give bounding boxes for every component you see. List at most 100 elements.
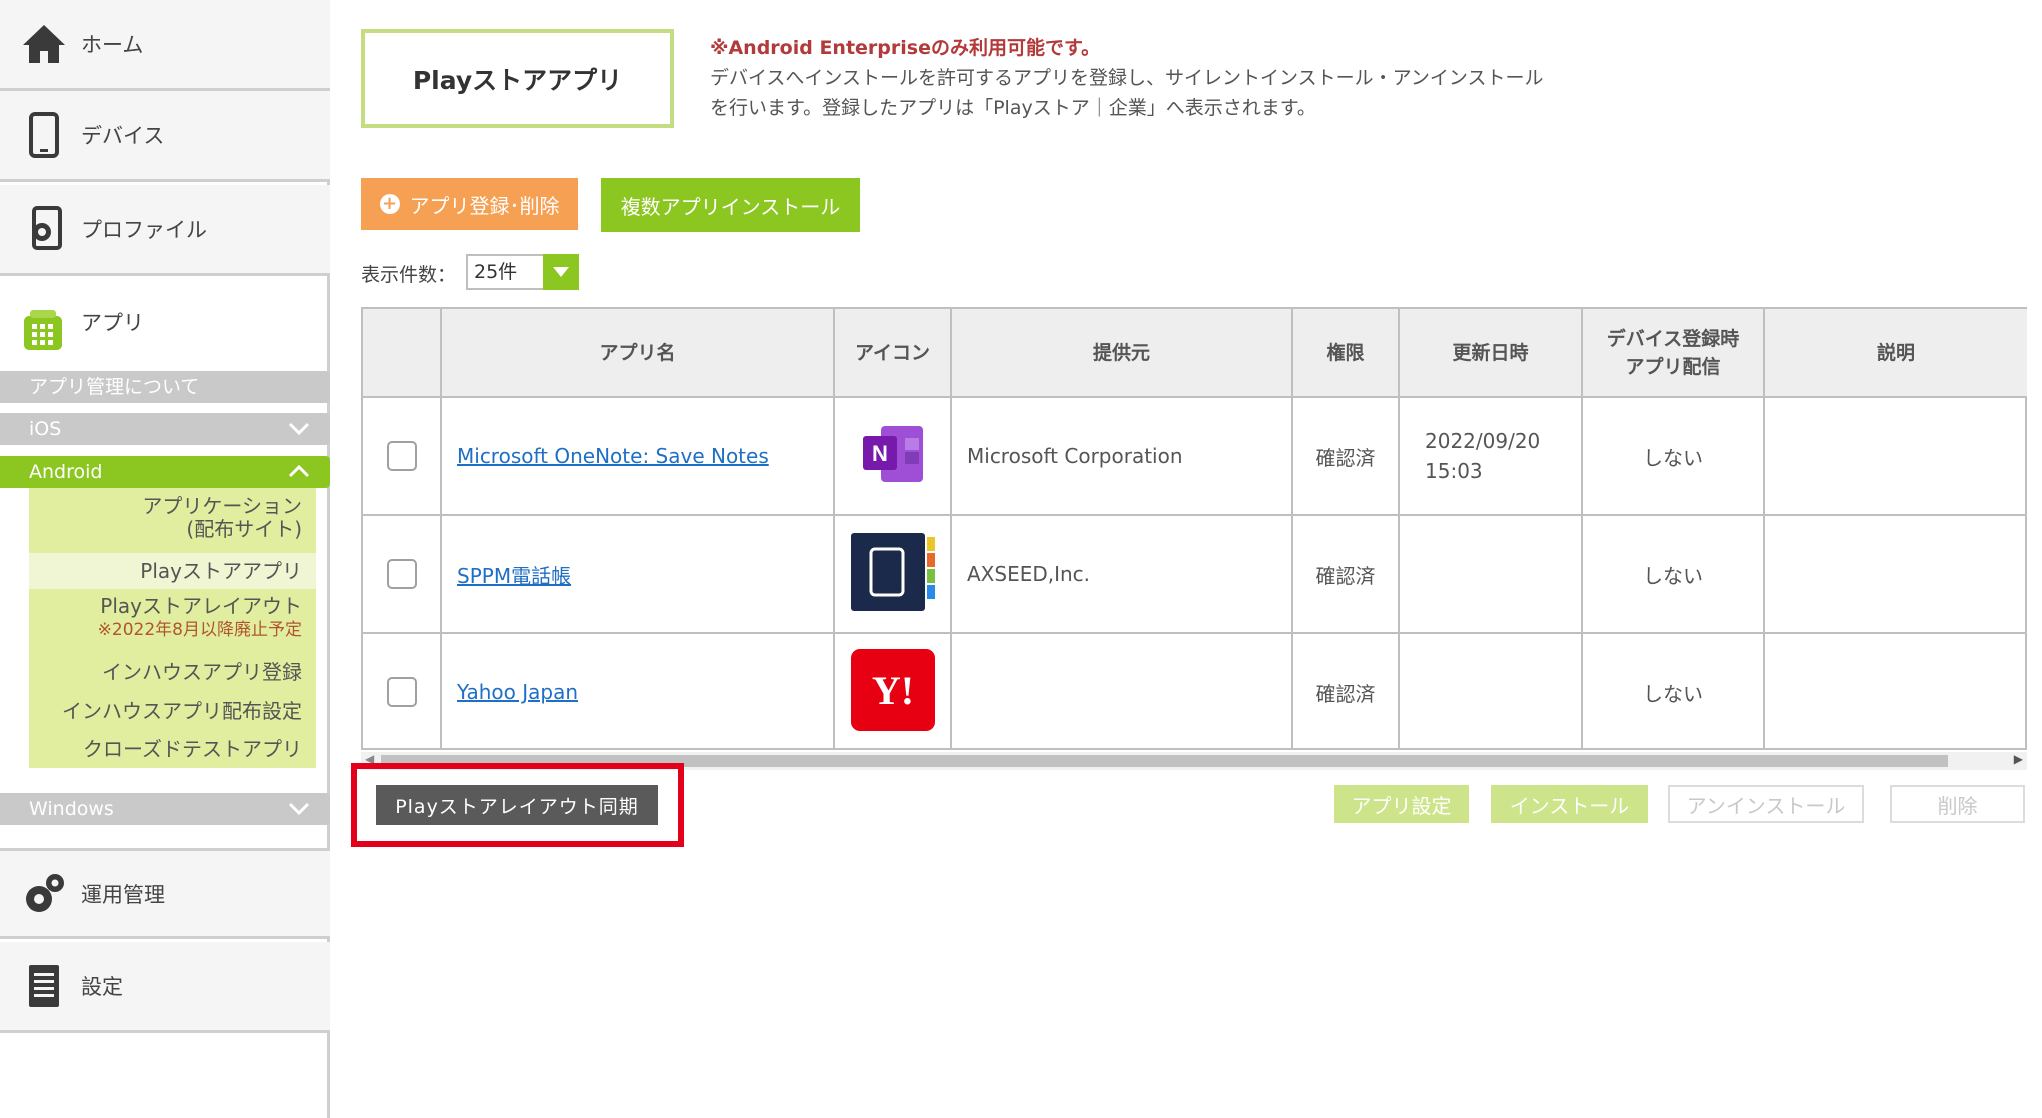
uninstall-button[interactable]: アンインストール [1668, 785, 1864, 823]
app-grid-icon [20, 308, 66, 358]
app-table: アプリ名 アイコン 提供元 権限 更新日時 デバイス登録時 アプリ配信 説明 M… [361, 307, 2027, 750]
nav-android-playstore-app[interactable]: Playストアアプリ [29, 553, 316, 589]
sidebar: ホーム デバイス プロファイル アプリ アプリ管理について iOS Androi… [0, 0, 330, 1118]
dropdown-arrow-icon [543, 254, 579, 290]
onenote-icon: N [861, 424, 925, 489]
yahoo-logo-text: Y! [871, 668, 913, 713]
onenote-logo-letter: N [872, 441, 888, 466]
table-row: Microsoft OneNote: Save Notes N Microsof… [363, 398, 2025, 516]
table-row: Yahoo Japan Y! 確認済 しない [363, 634, 2025, 752]
provider-cell: Microsoft Corporation [952, 398, 1293, 514]
header-updated: 更新日時 [1400, 309, 1583, 398]
nav-playstore-layout-label: Playストアレイアウト [100, 594, 302, 618]
scroll-right-icon[interactable]: ▶ [2014, 752, 2023, 766]
home-icon [20, 20, 68, 68]
nav-settings[interactable]: 設定 [0, 942, 330, 1033]
header-app-name: アプリ名 [442, 309, 835, 398]
app-name-cell: Microsoft OneNote: Save Notes [442, 398, 835, 514]
notice-body: デバイスへインストールを許可するアプリを登録し、サイレントインストール・アンイン… [710, 67, 1544, 119]
nav-android-inhouse-distribution[interactable]: インハウスアプリ配布設定 [29, 695, 316, 727]
nav-android-closed-test[interactable]: クローズドテストアプリ [29, 733, 316, 765]
updated-cell: 2022/09/20 15:03 [1400, 398, 1583, 514]
row-checkbox[interactable] [386, 559, 417, 589]
header-checkbox-column [363, 309, 442, 398]
playstore-layout-sync-button[interactable]: Playストアレイアウト同期 [376, 785, 658, 825]
nav-android-inhouse-register[interactable]: インハウスアプリ登録 [29, 656, 316, 688]
app-name-link[interactable]: Yahoo Japan [442, 680, 578, 704]
per-page-select[interactable]: 25件 [466, 254, 579, 290]
app-name-cell: SPPM電話帳 [442, 516, 835, 632]
description-cell [1765, 634, 2025, 750]
nav-ios-label: iOS [29, 418, 62, 440]
app-icon-cell: Y! [835, 634, 952, 750]
nav-android-playstore-layout[interactable]: Playストアレイアウト ※2022年8月以降廃止予定 [29, 594, 316, 648]
header-distribution: デバイス登録時 アプリ配信 [1583, 309, 1765, 398]
provider-cell [952, 634, 1293, 750]
table-row: SPPM電話帳 AXSEED,Inc. 確認済 しない [363, 516, 2025, 634]
updated-time: 15:03 [1425, 459, 1483, 483]
app-icon-cell: N [835, 398, 952, 514]
nav-device[interactable]: デバイス [0, 91, 330, 182]
per-page-label: 表示件数： [361, 264, 457, 286]
distribution-cell: しない [1583, 516, 1765, 632]
header-permission: 権限 [1293, 309, 1400, 398]
page-title: Playストアアプリ [361, 29, 674, 128]
nav-windows[interactable]: Windows [0, 793, 330, 825]
sppm-icon [849, 531, 937, 618]
smartphone-icon [20, 111, 68, 159]
nav-profile[interactable]: プロファイル [0, 185, 330, 276]
nav-android-label: Android [29, 461, 103, 483]
app-name-link[interactable]: Microsoft OneNote: Save Notes [442, 444, 769, 468]
row-checkbox-cell [363, 516, 442, 632]
per-page-value: 25件 [474, 261, 518, 283]
app-name-cell: Yahoo Japan [442, 634, 835, 750]
permission-cell: 確認済 [1293, 398, 1400, 514]
register-delete-app-label: アプリ登録･削除 [409, 193, 560, 218]
nav-device-label: デバイス [81, 124, 165, 148]
updated-cell [1400, 516, 1583, 632]
updated-date: 2022/09/20 [1425, 429, 1541, 453]
permission-cell: 確認済 [1293, 634, 1400, 750]
distribution-cell: しない [1583, 634, 1765, 750]
provider-cell: AXSEED,Inc. [952, 516, 1293, 632]
header-description: 説明 [1765, 309, 2027, 398]
nav-operations-label: 運用管理 [81, 882, 165, 907]
nav-profile-label: プロファイル [81, 218, 207, 242]
nav-app[interactable]: アプリ [0, 282, 330, 366]
app-setting-button[interactable]: アプリ設定 [1334, 785, 1469, 823]
row-checkbox-cell [363, 398, 442, 514]
yahoo-icon: Y! [849, 647, 937, 738]
row-checkbox-cell [363, 634, 442, 750]
notice-title: ※Android Enterpriseのみ利用可能です。 [710, 37, 1101, 59]
register-delete-app-button[interactable]: + アプリ登録･削除 [361, 178, 578, 230]
header-provider: 提供元 [952, 309, 1293, 398]
header-icon: アイコン [835, 309, 952, 398]
nav-app-label: アプリ [81, 311, 144, 335]
description-cell [1765, 516, 2025, 632]
updated-cell [1400, 634, 1583, 750]
row-checkbox[interactable] [386, 441, 417, 471]
nav-ios[interactable]: iOS [0, 413, 330, 445]
description-cell [1765, 398, 2025, 514]
notice: ※Android Enterpriseのみ利用可能です。 デバイスへインストール… [710, 35, 1570, 123]
app-name-link[interactable]: SPPM電話帳 [442, 560, 571, 589]
row-checkbox[interactable] [386, 677, 417, 707]
nav-android-application-site[interactable]: アプリケーション (配布サイト) [29, 495, 316, 547]
nav-about-label: アプリ管理について [29, 376, 200, 398]
multi-app-install-button[interactable]: 複数アプリインストール [601, 178, 860, 232]
deprecation-note: ※2022年8月以降廃止予定 [97, 620, 302, 640]
permission-cell: 確認済 [1293, 516, 1400, 632]
nav-windows-label: Windows [29, 798, 114, 820]
nav-settings-label: 設定 [81, 975, 123, 999]
gears-icon [20, 870, 68, 918]
install-button[interactable]: インストール [1491, 785, 1648, 823]
chevron-down-icon [288, 413, 310, 456]
nav-home[interactable]: ホーム [0, 0, 330, 91]
app-icon-cell [835, 516, 952, 632]
nav-android[interactable]: Android [0, 456, 330, 488]
plus-circle-icon: + [379, 194, 400, 214]
nav-operations[interactable]: 運用管理 [0, 848, 330, 939]
nav-about-app-management[interactable]: アプリ管理について [0, 371, 330, 403]
delete-button[interactable]: 削除 [1890, 785, 2025, 823]
chevron-down-icon [288, 793, 310, 836]
